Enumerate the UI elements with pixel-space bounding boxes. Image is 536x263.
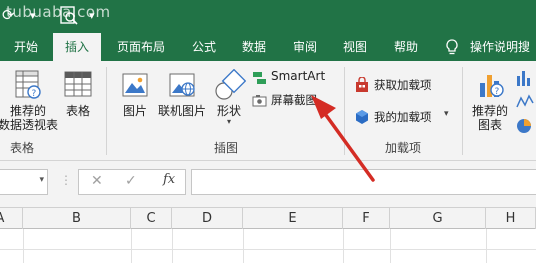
excel-window: tubuaba.com ⟳ ▾ ▾ 开始 插入 页面布局 公式 数据 审阅 视图… [0, 0, 536, 263]
grid-line [243, 229, 244, 263]
recommended-pivot-button[interactable]: ? 推荐的 数据透视表 [0, 69, 59, 132]
table-button[interactable]: 表格 [58, 69, 98, 118]
tab-help[interactable]: 帮助 [384, 33, 428, 61]
pie-chart-icon [517, 119, 531, 133]
pivot-table-icon: ? [15, 70, 41, 99]
recommended-charts-line2: 图表 [477, 118, 502, 132]
get-addins-label: 获取加载项 [374, 78, 432, 92]
grid-line [486, 229, 487, 263]
grid-line [23, 229, 24, 263]
smartart-button[interactable]: SmartArt [252, 69, 332, 87]
smartart-label: SmartArt [271, 69, 326, 83]
tab-review[interactable]: 审阅 [283, 33, 327, 61]
svg-text:?: ? [32, 89, 37, 99]
pivot-label-line2: 数据透视表 [0, 118, 59, 132]
illustrations-group-label: 插图 [214, 141, 239, 155]
picture-label: 图片 [122, 104, 147, 118]
column-chart-icon [517, 71, 530, 86]
my-addins-dropdown-icon[interactable]: ▾ [444, 109, 449, 119]
title-bar: tubuaba.com ⟳ ▾ ▾ [0, 0, 536, 33]
tab-formulas[interactable]: 公式 [182, 33, 226, 61]
screenshot-label: 屏幕截图 [271, 93, 317, 107]
tell-me-search[interactable]: 操作说明搜 [470, 33, 536, 61]
name-box[interactable]: ▾ [0, 169, 48, 195]
cell-grid[interactable] [0, 229, 536, 263]
picture-icon [122, 73, 148, 97]
column-header-c[interactable]: C [131, 208, 172, 229]
tab-insert[interactable]: 插入 [53, 33, 101, 62]
line-chart-button[interactable] [515, 93, 536, 111]
column-chart-button[interactable] [515, 69, 536, 87]
my-addins-icon [356, 110, 368, 124]
column-header-f[interactable]: F [343, 208, 390, 229]
get-addins-button[interactable]: 获取加载项 [354, 76, 450, 94]
line-chart-icon [516, 94, 534, 108]
store-icon [356, 77, 368, 92]
dropdown-icon[interactable]: ▾ [30, 10, 36, 21]
grid-line [343, 229, 344, 263]
formula-input[interactable] [191, 169, 536, 195]
shapes-icon [215, 68, 247, 100]
addins-group-label: 加载项 [385, 141, 422, 155]
recommended-charts-line1: 推荐的 [471, 104, 508, 118]
group-separator [344, 67, 345, 155]
print-preview-icon[interactable] [60, 6, 80, 29]
insert-function-button[interactable]: fx [163, 172, 175, 187]
my-addins-label: 我的加载项 [374, 110, 432, 124]
column-header-b[interactable]: B [23, 208, 131, 229]
column-header-row: A B C D E F G H [0, 207, 536, 229]
tab-page-layout[interactable]: 页面布局 [106, 33, 176, 61]
column-header-g[interactable]: G [390, 208, 486, 229]
picture-button[interactable]: 图片 [116, 69, 154, 118]
column-header-d[interactable]: D [172, 208, 243, 229]
grid-line [172, 229, 173, 263]
shapes-button[interactable]: 形状 ▾ [210, 68, 248, 126]
smartart-icon [253, 72, 266, 84]
column-header-h[interactable]: H [486, 208, 536, 229]
table-icon [64, 71, 92, 97]
customize-quick-access-icon[interactable]: ▾ [89, 10, 95, 21]
screenshot-icon [252, 95, 267, 107]
splitter-handle-icon[interactable]: ⋮ [60, 173, 72, 187]
table-label: 表格 [65, 104, 90, 118]
tab-view[interactable]: 视图 [333, 33, 377, 61]
column-header-e[interactable]: E [243, 208, 343, 229]
group-separator [462, 67, 463, 155]
tab-data[interactable]: 数据 [232, 33, 276, 61]
my-addins-button[interactable]: 我的加载项 ▾ [354, 108, 454, 126]
lightbulb-icon[interactable] [445, 39, 459, 60]
redo-icon[interactable]: ⟳ [2, 8, 15, 23]
online-picture-label: 联机图片 [157, 104, 206, 118]
formula-bar: ▾ ⋮ ✕ ✓ fx [0, 161, 536, 207]
svg-text:?: ? [495, 87, 500, 97]
tables-group-label: 表格 [10, 141, 35, 155]
online-picture-button[interactable]: 联机图片 [156, 69, 208, 118]
recommended-charts-icon: ? [480, 75, 504, 97]
ribbon-tab-bar: 开始 插入 页面布局 公式 数据 审阅 视图 帮助 操作说明搜 [0, 33, 536, 62]
pie-chart-button[interactable] [515, 117, 536, 135]
pivot-label-line1: 推荐的 [9, 104, 46, 118]
enter-icon[interactable]: ✓ [125, 173, 137, 189]
tab-home[interactable]: 开始 [2, 33, 50, 61]
name-box-dropdown-icon[interactable]: ▾ [39, 175, 44, 185]
shapes-dropdown-icon: ▾ [226, 117, 231, 126]
group-separator [106, 67, 107, 155]
column-header-a[interactable]: A [0, 208, 23, 229]
recommended-charts-button[interactable]: ? 推荐的 图表 [470, 69, 510, 132]
grid-line [0, 249, 536, 250]
shapes-label: 形状 [216, 104, 241, 118]
formula-controls: ✕ ✓ fx [78, 169, 186, 195]
grid-line [131, 229, 132, 263]
screenshot-button[interactable]: 屏幕截图 [252, 92, 338, 110]
grid-line [390, 229, 391, 263]
ribbon-insert: ? 推荐的 数据透视表 表格 表格 图片 联机图片 形状 ▾ SmartArt … [0, 61, 536, 161]
cancel-icon[interactable]: ✕ [91, 173, 103, 189]
online-picture-icon [169, 73, 195, 97]
